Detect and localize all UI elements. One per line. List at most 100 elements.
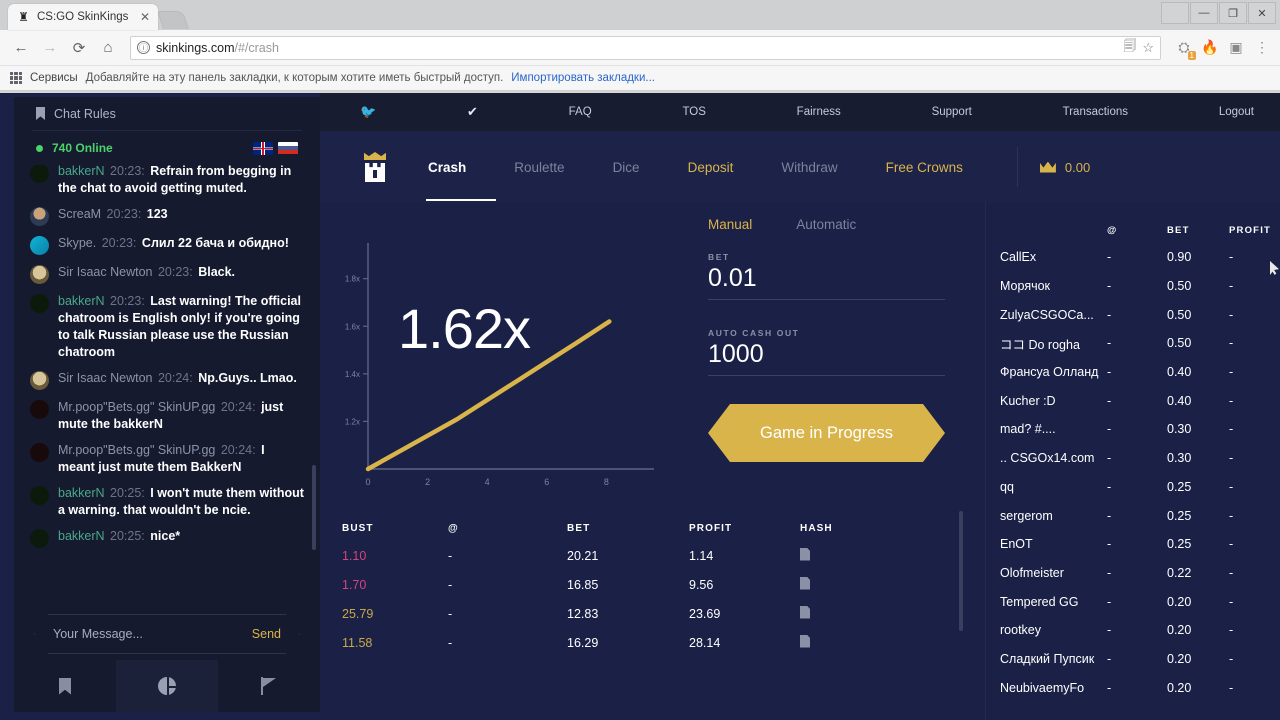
home-icon[interactable]: ⌂ (95, 35, 121, 61)
services-label[interactable]: Сервисы (30, 72, 78, 84)
y-axis-tick-label: 1.2x (345, 417, 360, 426)
game-row: 1.2x 1.4x 1.6x 1.8x 0 2 4 6 8 1.62x Manual Autom… (320, 203, 985, 503)
translate-icon[interactable]: 🗐 (1123, 37, 1136, 59)
cell-hash[interactable] (800, 547, 945, 564)
back-icon[interactable]: ← (8, 35, 34, 61)
tab-manual[interactable]: Manual (708, 217, 752, 232)
chat-username[interactable]: bakkerN (58, 529, 108, 543)
chat-sidebar: Chat Rules 740 Online bakkerN 20:23: Ref… (14, 97, 320, 712)
browser-tab[interactable]: ♜ CS:GO SkinKings ✕ (8, 4, 158, 30)
cell-player: Olofmeister (1000, 565, 1064, 580)
nav-item-dice[interactable]: Dice (613, 160, 640, 175)
chat-username[interactable]: ScreaM (58, 207, 105, 221)
cell-hash[interactable] (800, 576, 945, 593)
reader-icon[interactable]: ▣ (1226, 39, 1246, 56)
chat-tab-stats[interactable] (116, 660, 218, 712)
cell-profit: - (1229, 393, 1234, 408)
menu-icon[interactable]: ⋮ (1252, 39, 1272, 56)
cell-hash[interactable] (800, 634, 945, 651)
close-icon[interactable]: ✕ (132, 10, 150, 24)
x-axis-tick-label: 6 (544, 477, 549, 487)
history-scrollbar[interactable] (959, 511, 963, 631)
chat-message-body: ScreaM 20:23: 123 (58, 206, 168, 226)
chat-scrollbar[interactable] (312, 465, 316, 550)
nav-item-roulette[interactable]: Roulette (514, 160, 564, 175)
nav-item-free-crowns[interactable]: Free Crowns (886, 160, 963, 175)
chat-username[interactable]: Sir Isaac Newton (58, 371, 156, 385)
topbar-link-faq[interactable]: FAQ (569, 106, 592, 118)
avatar[interactable] (30, 236, 49, 255)
chat-rules-row[interactable]: Chat Rules (14, 97, 320, 130)
avatar[interactable] (30, 207, 49, 226)
cell-bet: 0.20 (1167, 680, 1192, 695)
nav-item-withdraw[interactable]: Withdraw (781, 160, 837, 175)
check-icon[interactable]: ✔ (467, 104, 478, 120)
table-row: Сладкий Пупсик -0.20- (1000, 645, 1280, 674)
chat-username[interactable]: Sir Isaac Newton (58, 265, 156, 279)
close-window-button[interactable]: ✕ (1248, 2, 1276, 24)
avatar[interactable] (30, 443, 49, 462)
cell-bet: 0.50 (1167, 336, 1192, 351)
twitter-icon[interactable]: 🐦 (360, 104, 376, 120)
extension-icon[interactable]: ⛭ 1 (1174, 39, 1196, 60)
minimize-button[interactable]: — (1190, 2, 1218, 24)
nav-item-deposit[interactable]: Deposit (688, 160, 734, 175)
flag-uk-icon[interactable] (253, 141, 273, 155)
chat-username[interactable]: Mr.poop"Bets.gg" SkinUP.gg (58, 400, 219, 414)
import-bookmarks-link[interactable]: Импортировать закладки... (511, 72, 655, 84)
cell-hash[interactable] (800, 605, 945, 622)
avatar[interactable] (30, 265, 49, 284)
topbar-link-logout[interactable]: Logout (1219, 106, 1254, 118)
chat-username[interactable]: bakkerN (58, 165, 108, 178)
avatar[interactable] (30, 165, 49, 183)
chat-tab-flag[interactable] (218, 660, 320, 712)
chat-input-area: Your Message... Send (14, 604, 320, 660)
avatar[interactable] (30, 371, 49, 390)
chat-username[interactable]: bakkerN (58, 486, 108, 500)
chat-username[interactable]: bakkerN (58, 294, 108, 308)
chat-text: nice* (150, 529, 181, 543)
cell-bet: 12.83 (567, 606, 599, 621)
chat-message-input[interactable]: Your Message... (53, 627, 252, 641)
avatar[interactable] (30, 486, 49, 505)
cell-bet: 0.20 (1167, 651, 1192, 666)
cell-at: - (1107, 250, 1112, 265)
nav-item-crash[interactable]: Crash (425, 160, 497, 201)
table-row: Морячок - 0.50 - (1000, 272, 1280, 301)
bookmark-star-icon[interactable]: ☆ (1142, 40, 1154, 56)
balance-display[interactable]: 0.00 (1039, 160, 1090, 175)
chat-tab-bar (14, 660, 320, 712)
chat-username[interactable]: Mr.poop"Bets.gg" SkinUP.gg (58, 443, 219, 457)
flag-ru-icon[interactable] (278, 141, 298, 155)
profile-icon[interactable]: person-icon (1161, 2, 1189, 24)
play-button[interactable]: Game in Progress (708, 404, 945, 462)
avatar[interactable] (30, 529, 49, 548)
avatar[interactable] (30, 400, 49, 419)
auto-cashout-input[interactable]: 1000 (708, 340, 945, 376)
chat-input-row[interactable]: Your Message... Send (34, 614, 300, 654)
chat-username[interactable]: Skype. (58, 236, 100, 250)
apps-grid-icon[interactable] (10, 72, 22, 84)
flame-icon[interactable]: 🔥 (1200, 39, 1220, 56)
forward-icon[interactable]: → (37, 35, 63, 61)
bet-input[interactable]: 0.01 (708, 264, 945, 300)
site-info-icon[interactable]: ⓘ (137, 41, 150, 54)
cell-bet: 0.22 (1167, 565, 1192, 580)
reload-icon[interactable]: ⟳ (66, 35, 92, 61)
site-logo-icon[interactable] (362, 152, 388, 182)
extension-badge: 1 (1187, 51, 1196, 60)
maximize-button[interactable]: ❐ (1219, 2, 1247, 24)
table-row: 25.79 - 12.83 23.69 (342, 599, 945, 628)
tab-automatic[interactable]: Automatic (796, 217, 856, 232)
new-tab-button[interactable] (157, 11, 189, 29)
chat-message-list[interactable]: bakkerN 20:23: Refrain from begging in t… (14, 165, 320, 604)
topbar-link-support[interactable]: Support (932, 106, 972, 118)
topbar-link-transactions[interactable]: Transactions (1063, 106, 1128, 118)
chat-tab-bookmark[interactable] (14, 660, 116, 712)
topbar-link-tos[interactable]: TOS (682, 106, 705, 118)
address-bar[interactable]: ⓘ skinkings.com/#/crash 🗐 ☆ (130, 35, 1161, 60)
table-row: 1.10 - 20.21 1.14 (342, 541, 945, 570)
avatar[interactable] (30, 294, 49, 313)
send-button[interactable]: Send (252, 627, 281, 641)
topbar-link-fairness[interactable]: Fairness (797, 106, 841, 118)
